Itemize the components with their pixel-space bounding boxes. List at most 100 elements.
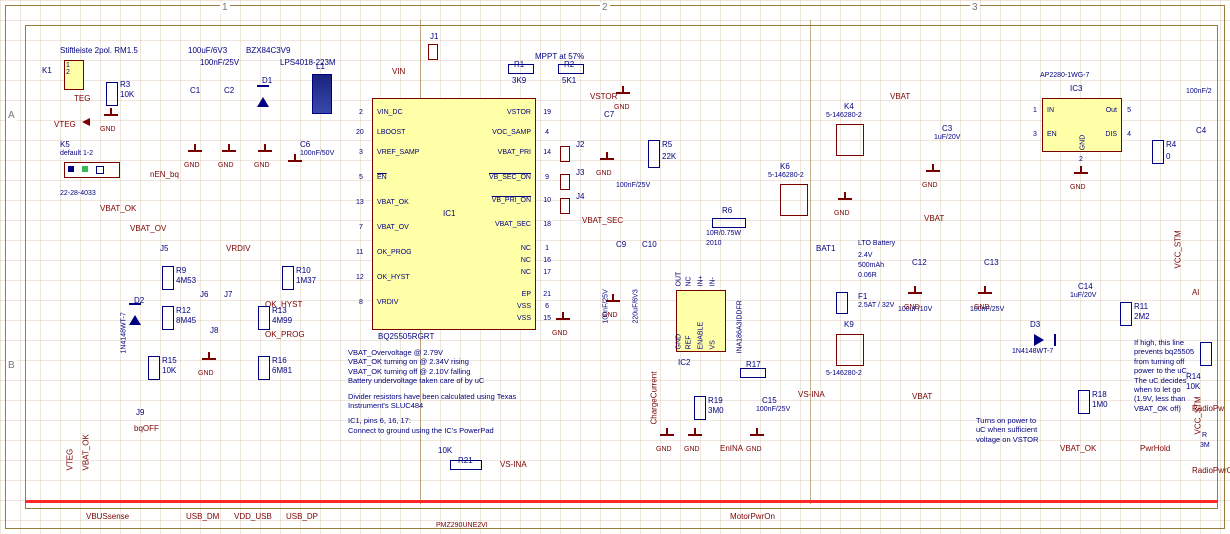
gnd-c12 [908, 292, 922, 302]
gnd-ic1 [556, 318, 570, 328]
ic1-pin-n19: 19 [543, 109, 551, 116]
label-j6: J6 [200, 290, 208, 299]
annot3-l8: VBAT_OK off) [1134, 404, 1194, 413]
net-ok-prog: OK_PROG [265, 330, 305, 339]
label-r6y: 2010 [706, 240, 722, 247]
label-c12: C12 [912, 258, 927, 267]
gndlbl-ic1: GND [552, 330, 568, 337]
label-r19v: 3M0 [708, 406, 724, 415]
label-r21: R21 [458, 456, 473, 465]
net-vcc-stm2: VCC_STM [1194, 396, 1203, 434]
label-r9v: 4M53 [176, 276, 196, 285]
net-vbat-top: VBAT [890, 92, 910, 101]
label-r10v: 1M37 [296, 276, 316, 285]
label-c7: C7 [604, 110, 614, 119]
ic1-pin-vss1: VSS [517, 303, 531, 310]
label-d3p: 1N4148WT-7 [1012, 348, 1053, 355]
label-k9: K9 [844, 320, 854, 329]
ic3-body: IN 1 Out 5 EN 3 DIS 4 GND 2 [1042, 98, 1122, 152]
label-r12: R12 [176, 306, 191, 315]
net-enina: EnINA [720, 444, 743, 453]
jumper-j1 [428, 44, 438, 60]
resistor-r3 [106, 82, 118, 106]
annot1-l6: IC1, pins 6, 16, 17: [348, 416, 548, 425]
ic1-pin-n9: 9 [545, 174, 549, 181]
ic1-pin-vb-pri-on: VB_PRI_ON [492, 197, 531, 204]
ic1-pin-n5: 5 [359, 174, 363, 181]
ic1-pin-vb-sec-on: VB_SEC_ON [489, 174, 531, 181]
label-k5p: 22-28-4033 [60, 190, 96, 197]
label-r12v: 8M45 [176, 316, 196, 325]
annot3-l5: The uC decides [1134, 376, 1194, 385]
gndlbl-r2: GND [614, 104, 630, 111]
net-vbat-ok-left: VBAT_OK [100, 204, 136, 213]
label-bzx: BZX84C3V9 [246, 46, 290, 55]
ic1-body: IC1 VIN_DC 2 LBOOST 20 VREF_SAMP 3 EN 5 … [372, 98, 536, 330]
label-ap2280: AP2280-1WG-7 [1040, 72, 1089, 79]
ic1-pin-ok-prog: OK_PROG [377, 249, 412, 256]
label-c4: C4 [1196, 126, 1206, 135]
label-c6v: 100nF/50V [300, 150, 334, 157]
annot-ic1: VBAT_Overvoltage @ 2.79V VBAT_OK turning… [348, 348, 548, 435]
gndlbl-c7: GND [596, 170, 612, 177]
label-r21v: 10K [438, 446, 452, 455]
gnd-c15 [750, 434, 764, 444]
label-k5d: default 1-2 [60, 150, 93, 157]
annot3-l7: (1.9V, less than [1134, 394, 1194, 403]
ic3-n5: 5 [1127, 107, 1131, 114]
net-usb-dp: USB_DP [286, 512, 318, 521]
ic1-pin-n18: 18 [543, 221, 551, 228]
label-k9p: 5-146280-2 [826, 370, 862, 377]
label-d2p: 1N4148WT-7 [121, 312, 128, 353]
label-stiftleiste: Stiftleiste 2pol. RM1.5 [60, 46, 138, 55]
net-motorpwr: MotorPwrOn [730, 512, 775, 521]
net-charge: ChargeCurrent [650, 372, 659, 425]
gndlbl-ic3: GND [1070, 184, 1086, 191]
label-c9v: 100nF/25V [603, 289, 610, 323]
k5-pin3 [96, 166, 104, 174]
res-r15 [148, 356, 160, 380]
label-c6: C6 [300, 140, 310, 149]
annot3-l6: when to let go [1134, 385, 1194, 394]
label-l1: L1 [316, 62, 325, 71]
label-bat1: BAT1 [816, 244, 835, 253]
gnd-k1 [104, 114, 118, 124]
ic1-pin-n17: 17 [543, 269, 551, 276]
ic2-out: OUT [676, 272, 683, 287]
label-r18: R18 [1092, 390, 1107, 399]
annot1-l2: VBAT_OK turning on @ 2.34V rising [348, 357, 548, 366]
net-vcc-stm: VCC_STM [1174, 230, 1183, 268]
net-vbat-mid: VBAT [924, 214, 944, 223]
gnd-c7 [600, 158, 614, 168]
label-r15: R15 [162, 356, 177, 365]
gnd-c13 [978, 292, 992, 302]
label-c14: C14 [1078, 282, 1093, 291]
zone-divider-23 [810, 20, 811, 504]
ic3-n1: 1 [1033, 107, 1037, 114]
gndlbl-d1: GND [254, 162, 270, 169]
gndlbl-ladder: GND [198, 370, 214, 377]
conn-k4 [836, 124, 864, 156]
label-r13: R13 [272, 306, 287, 315]
label-r2v: 5K1 [562, 76, 576, 85]
zone-row-b: B [6, 360, 17, 371]
schematic-sheet: 1 2 3 A B Stiftleiste 2pol. RM1.5 100uF/… [0, 0, 1230, 534]
label-r6v: 10R/0.75W [706, 230, 741, 237]
conn-k1: 12 [64, 60, 84, 90]
net-vs-ina: VS-INA [798, 390, 825, 399]
label-c15: C15 [762, 396, 777, 405]
label-c1val: 100uF/6V3 [188, 46, 227, 55]
gndlbl-c13: GND [974, 304, 990, 311]
label-mppt: MPPT at 57% [535, 52, 584, 61]
ic1-pin-n16: 16 [543, 257, 551, 264]
label-r1v: 3K9 [512, 76, 526, 85]
ic1-pin-n11: 11 [356, 249, 363, 256]
label-batd: LTO Battery [858, 240, 895, 247]
port-vteg-left [82, 118, 90, 126]
ic1-pin-nc1: NC [521, 245, 531, 252]
label-r3v: 10K [120, 90, 134, 99]
diode-d3 [1034, 334, 1044, 346]
gndlbl-c12: GND [904, 304, 920, 311]
label-c9: C9 [616, 240, 626, 249]
ic1-pin-n8: 8 [359, 299, 363, 306]
